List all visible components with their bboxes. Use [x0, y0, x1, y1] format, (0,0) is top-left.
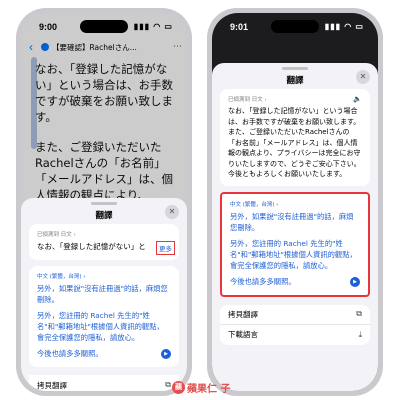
copy-icon: ⧉ — [356, 309, 362, 318]
source-text: なお、「登録した記憶がない」と — [37, 242, 146, 251]
translation-line-2: 另外，您註冊的 Rachel 先生的"姓名"和"郵箱地址"根據個人資訊的觀點，會… — [37, 311, 164, 342]
watermark: 蘋 蘋果仁 子 — [172, 380, 230, 395]
source-card: 已偵測到 日文 › なお、「登録した記憶がない」と 更多 — [29, 224, 179, 260]
watermark-logo-icon: 蘋 — [172, 381, 185, 394]
target-language[interactable]: 中文 (繁體，台灣) › — [37, 272, 171, 280]
download-icon: ⤓ — [358, 329, 362, 339]
row-label: 下載語言 — [228, 330, 258, 339]
translate-sheet: 翻譯 ✕ 已偵測到 日文 › なお、「登録した記憶がない」と 更多 中文 (繁體… — [21, 198, 187, 391]
sheet-grabber[interactable] — [91, 202, 117, 205]
more-button[interactable]: 更多 — [156, 241, 175, 255]
dynamic-island — [271, 20, 319, 33]
row-label: 拷貝翻譯 — [37, 380, 67, 390]
copy-icon: ⧉ — [165, 380, 171, 389]
translation-line-2: 另外，您註冊的 Rachel 先生的"姓名"和"郵箱地址"根據個人資訊的觀點，會… — [230, 238, 357, 270]
close-icon[interactable]: ✕ — [165, 205, 179, 219]
target-language[interactable]: 中文 (繁體，台灣) › — [230, 200, 360, 208]
left-phone-frame: 9:00 ▮▮▮ ◠ ▭ ‹ 【要確認】Rachelさん... ⋯ なお、「登録… — [16, 8, 192, 396]
status-time: 9:01 — [230, 22, 249, 32]
row-copy-translation[interactable]: 拷貝翻譯 ⧉ — [220, 304, 370, 325]
translation-card: 中文 (繁體，台灣) › 另外，如果說"沒有註冊過"的話，麻煩您刪除。 另外，您… — [29, 266, 179, 367]
row-label: 拷貝翻譯 — [228, 309, 258, 319]
watermark-text: 蘋果仁 子 — [187, 384, 231, 395]
right-phone-frame: 9:01 ▮▮▮ ◠ ▭ 翻譯 ✕ 已偵測到 日文 › なお、「登録した記憶がな… — [207, 8, 383, 396]
play-icon[interactable]: ▶ — [161, 349, 171, 359]
left-phone-screen: 9:00 ▮▮▮ ◠ ▭ ‹ 【要確認】Rachelさん... ⋯ なお、「登録… — [21, 13, 187, 391]
source-text: なお、「登録した記憶がない」という場合は、お手数ですが破棄をお願い致します。 ま… — [228, 107, 361, 178]
speaker-icon[interactable]: 🔈 — [353, 95, 362, 103]
close-icon[interactable]: ✕ — [356, 70, 370, 84]
translation-line-1: 另外，如果說"沒有註冊過"的話，麻煩您刪除。 — [230, 211, 354, 232]
source-language[interactable]: 已偵測到 日文 › — [228, 95, 362, 103]
translation-footer: 今後也請多多關照。 — [37, 349, 103, 358]
source-card: 已偵測到 日文 › なお、「登録した記憶がない」という場合は、お手数ですが破棄を… — [220, 89, 370, 186]
translate-sheet: 翻譯 ✕ 已偵測到 日文 › なお、「登録した記憶がない」という場合は、お手数で… — [212, 63, 378, 391]
translation-card: 中文 (繁體，台灣) › 另外，如果說"沒有註冊過"的話，麻煩您刪除。 另外，您… — [220, 191, 370, 297]
sheet-grabber[interactable] — [282, 67, 308, 70]
right-phone-screen: 9:01 ▮▮▮ ◠ ▭ 翻譯 ✕ 已偵測到 日文 › なお、「登録した記憶がな… — [212, 13, 378, 391]
translation-line-1: 另外，如果說"沒有註冊過"的話，麻煩您刪除。 — [37, 284, 168, 304]
translation-footer: 今後也請多多關照。 — [230, 276, 296, 286]
status-icons: ▮▮▮ ◠ ▭ — [324, 22, 364, 31]
play-icon[interactable]: ▶ — [350, 276, 360, 287]
source-language[interactable]: 已偵測到 日文 › — [37, 230, 171, 238]
row-copy-translation[interactable]: 拷貝翻譯 ⧉ — [29, 375, 179, 391]
row-download-languages[interactable]: 下載語言 ⤓ — [220, 324, 370, 345]
